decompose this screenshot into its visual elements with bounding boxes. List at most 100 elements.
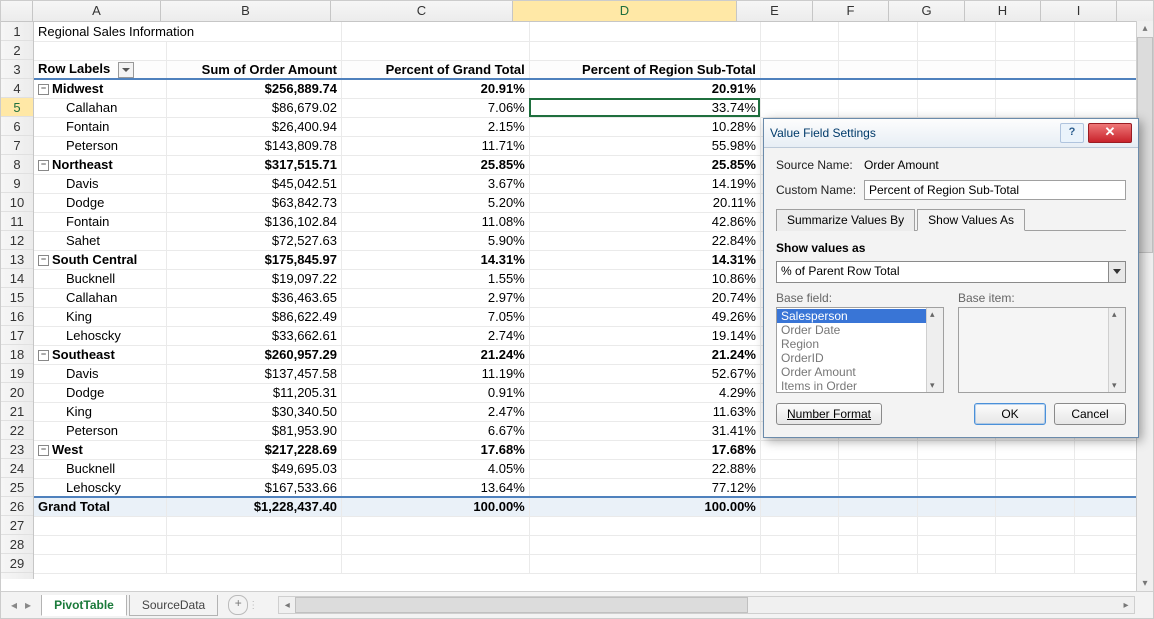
ok-button[interactable]: OK: [974, 403, 1046, 425]
cell-label[interactable]: −Northeast: [34, 155, 166, 174]
cancel-button[interactable]: Cancel: [1054, 403, 1126, 425]
cell-label[interactable]: Grand Total: [34, 497, 166, 516]
column-header-F[interactable]: F: [813, 1, 889, 21]
cell-pct-grand[interactable]: 17.68%: [341, 440, 529, 459]
cell-pct-region[interactable]: 22.88%: [529, 459, 760, 478]
collapse-icon[interactable]: −: [38, 255, 49, 266]
cell-amount[interactable]: $33,662.61: [166, 326, 341, 345]
cell-amount[interactable]: $167,533.66: [166, 478, 341, 497]
cell-pct-region[interactable]: 33.74%: [529, 98, 760, 117]
header-pct-grand[interactable]: Percent of Grand Total: [341, 60, 529, 79]
row-header-1[interactable]: 1: [1, 22, 33, 41]
cell-amount[interactable]: $63,842.73: [166, 193, 341, 212]
cell-label[interactable]: −Midwest: [34, 79, 166, 98]
cell-pct-grand[interactable]: 2.47%: [341, 402, 529, 421]
cell-pct-grand[interactable]: 7.06%: [341, 98, 529, 117]
column-header-I[interactable]: I: [1041, 1, 1117, 21]
row-header-25[interactable]: 25: [1, 478, 33, 497]
cell-amount[interactable]: $217,228.69: [166, 440, 341, 459]
column-header-A[interactable]: A: [33, 1, 161, 21]
filter-dropdown-icon[interactable]: [118, 62, 134, 78]
cell-amount[interactable]: $317,515.71: [166, 155, 341, 174]
collapse-icon[interactable]: −: [38, 350, 49, 361]
collapse-icon[interactable]: −: [38, 445, 49, 456]
collapse-icon[interactable]: −: [38, 160, 49, 171]
cell-pct-region[interactable]: 20.91%: [529, 79, 760, 98]
cell-pct-grand[interactable]: 2.74%: [341, 326, 529, 345]
cell-pct-region[interactable]: 10.28%: [529, 117, 760, 136]
cell-pct-grand[interactable]: 14.31%: [341, 250, 529, 269]
cell-label[interactable]: Bucknell: [34, 459, 166, 478]
cell-label[interactable]: Peterson: [34, 421, 166, 440]
base-field-listbox[interactable]: SalespersonOrder DateRegionOrderIDOrder …: [776, 307, 944, 393]
vscroll-thumb[interactable]: [1137, 37, 1153, 253]
basefield-item[interactable]: Region: [777, 337, 926, 351]
cell-pct-grand[interactable]: 2.97%: [341, 288, 529, 307]
row-header-12[interactable]: 12: [1, 231, 33, 250]
cell-amount[interactable]: $1,228,437.40: [166, 497, 341, 516]
cell-pct-region[interactable]: 42.86%: [529, 212, 760, 231]
scroll-down-icon[interactable]: ▾: [1137, 576, 1153, 592]
cell-label[interactable]: King: [34, 307, 166, 326]
cell-pct-region[interactable]: 52.67%: [529, 364, 760, 383]
chevron-down-icon[interactable]: [1108, 262, 1125, 282]
row-header-11[interactable]: 11: [1, 212, 33, 231]
column-header-H[interactable]: H: [965, 1, 1041, 21]
cell-amount[interactable]: $86,622.49: [166, 307, 341, 326]
cell-pct-grand[interactable]: 100.00%: [341, 497, 529, 516]
row-header-6[interactable]: 6: [1, 117, 33, 136]
sheet-tab-active[interactable]: PivotTable: [41, 595, 127, 616]
cell-pct-grand[interactable]: 5.20%: [341, 193, 529, 212]
row-header-13[interactable]: 13: [1, 250, 33, 269]
cell-amount[interactable]: $45,042.51: [166, 174, 341, 193]
cell-pct-grand[interactable]: 4.05%: [341, 459, 529, 478]
row-header-21[interactable]: 21: [1, 402, 33, 421]
basefield-item[interactable]: Salesperson: [777, 309, 926, 323]
dialog-help-button[interactable]: ?: [1060, 123, 1084, 143]
cell-label[interactable]: Callahan: [34, 98, 166, 117]
cell-pct-grand[interactable]: 1.55%: [341, 269, 529, 288]
row-header-29[interactable]: 29: [1, 554, 33, 573]
cell-pct-region[interactable]: 10.86%: [529, 269, 760, 288]
cell-pct-region[interactable]: 49.26%: [529, 307, 760, 326]
cell-pct-region[interactable]: 100.00%: [529, 497, 760, 516]
scroll-right-icon[interactable]: ▸: [1118, 600, 1134, 611]
row-header-27[interactable]: 27: [1, 516, 33, 535]
cell-pct-region[interactable]: 11.63%: [529, 402, 760, 421]
row-header-15[interactable]: 15: [1, 288, 33, 307]
cell-pct-grand[interactable]: 21.24%: [341, 345, 529, 364]
row-header-24[interactable]: 24: [1, 459, 33, 478]
cell-amount[interactable]: $36,463.65: [166, 288, 341, 307]
row-header-9[interactable]: 9: [1, 174, 33, 193]
cell-amount[interactable]: $86,679.02: [166, 98, 341, 117]
custom-name-input[interactable]: [864, 180, 1126, 200]
row-header-16[interactable]: 16: [1, 307, 33, 326]
cell-pct-region[interactable]: 31.41%: [529, 421, 760, 440]
cell-amount[interactable]: $137,457.58: [166, 364, 341, 383]
cell-label[interactable]: Lehoscky: [34, 326, 166, 345]
row-header-7[interactable]: 7: [1, 136, 33, 155]
cell-pct-region[interactable]: 55.98%: [529, 136, 760, 155]
cell-label[interactable]: King: [34, 402, 166, 421]
number-format-button[interactable]: Number Format: [776, 403, 882, 425]
cell-pct-region[interactable]: 4.29%: [529, 383, 760, 402]
row-header-23[interactable]: 23: [1, 440, 33, 459]
sheet-nav-prev-icon[interactable]: ◂: [9, 598, 19, 612]
cell-label[interactable]: Davis: [34, 174, 166, 193]
cell-amount[interactable]: $19,097.22: [166, 269, 341, 288]
cell-pct-region[interactable]: 20.11%: [529, 193, 760, 212]
basefield-item[interactable]: Items in Order: [777, 379, 926, 393]
cell-pct-grand[interactable]: 11.71%: [341, 136, 529, 155]
dialog-close-button[interactable]: ✕: [1088, 123, 1132, 143]
cell-pct-grand[interactable]: 3.67%: [341, 174, 529, 193]
scroll-up-icon[interactable]: ▴: [1137, 21, 1153, 37]
row-header-28[interactable]: 28: [1, 535, 33, 554]
cell-pct-region[interactable]: 17.68%: [529, 440, 760, 459]
cell-amount[interactable]: $256,889.74: [166, 79, 341, 98]
row-header-3[interactable]: 3: [1, 60, 33, 79]
cell-pct-region[interactable]: 14.31%: [529, 250, 760, 269]
sheet-tab-other[interactable]: SourceData: [129, 595, 218, 616]
collapse-icon[interactable]: −: [38, 84, 49, 95]
row-header-10[interactable]: 10: [1, 193, 33, 212]
cell-amount[interactable]: $260,957.29: [166, 345, 341, 364]
